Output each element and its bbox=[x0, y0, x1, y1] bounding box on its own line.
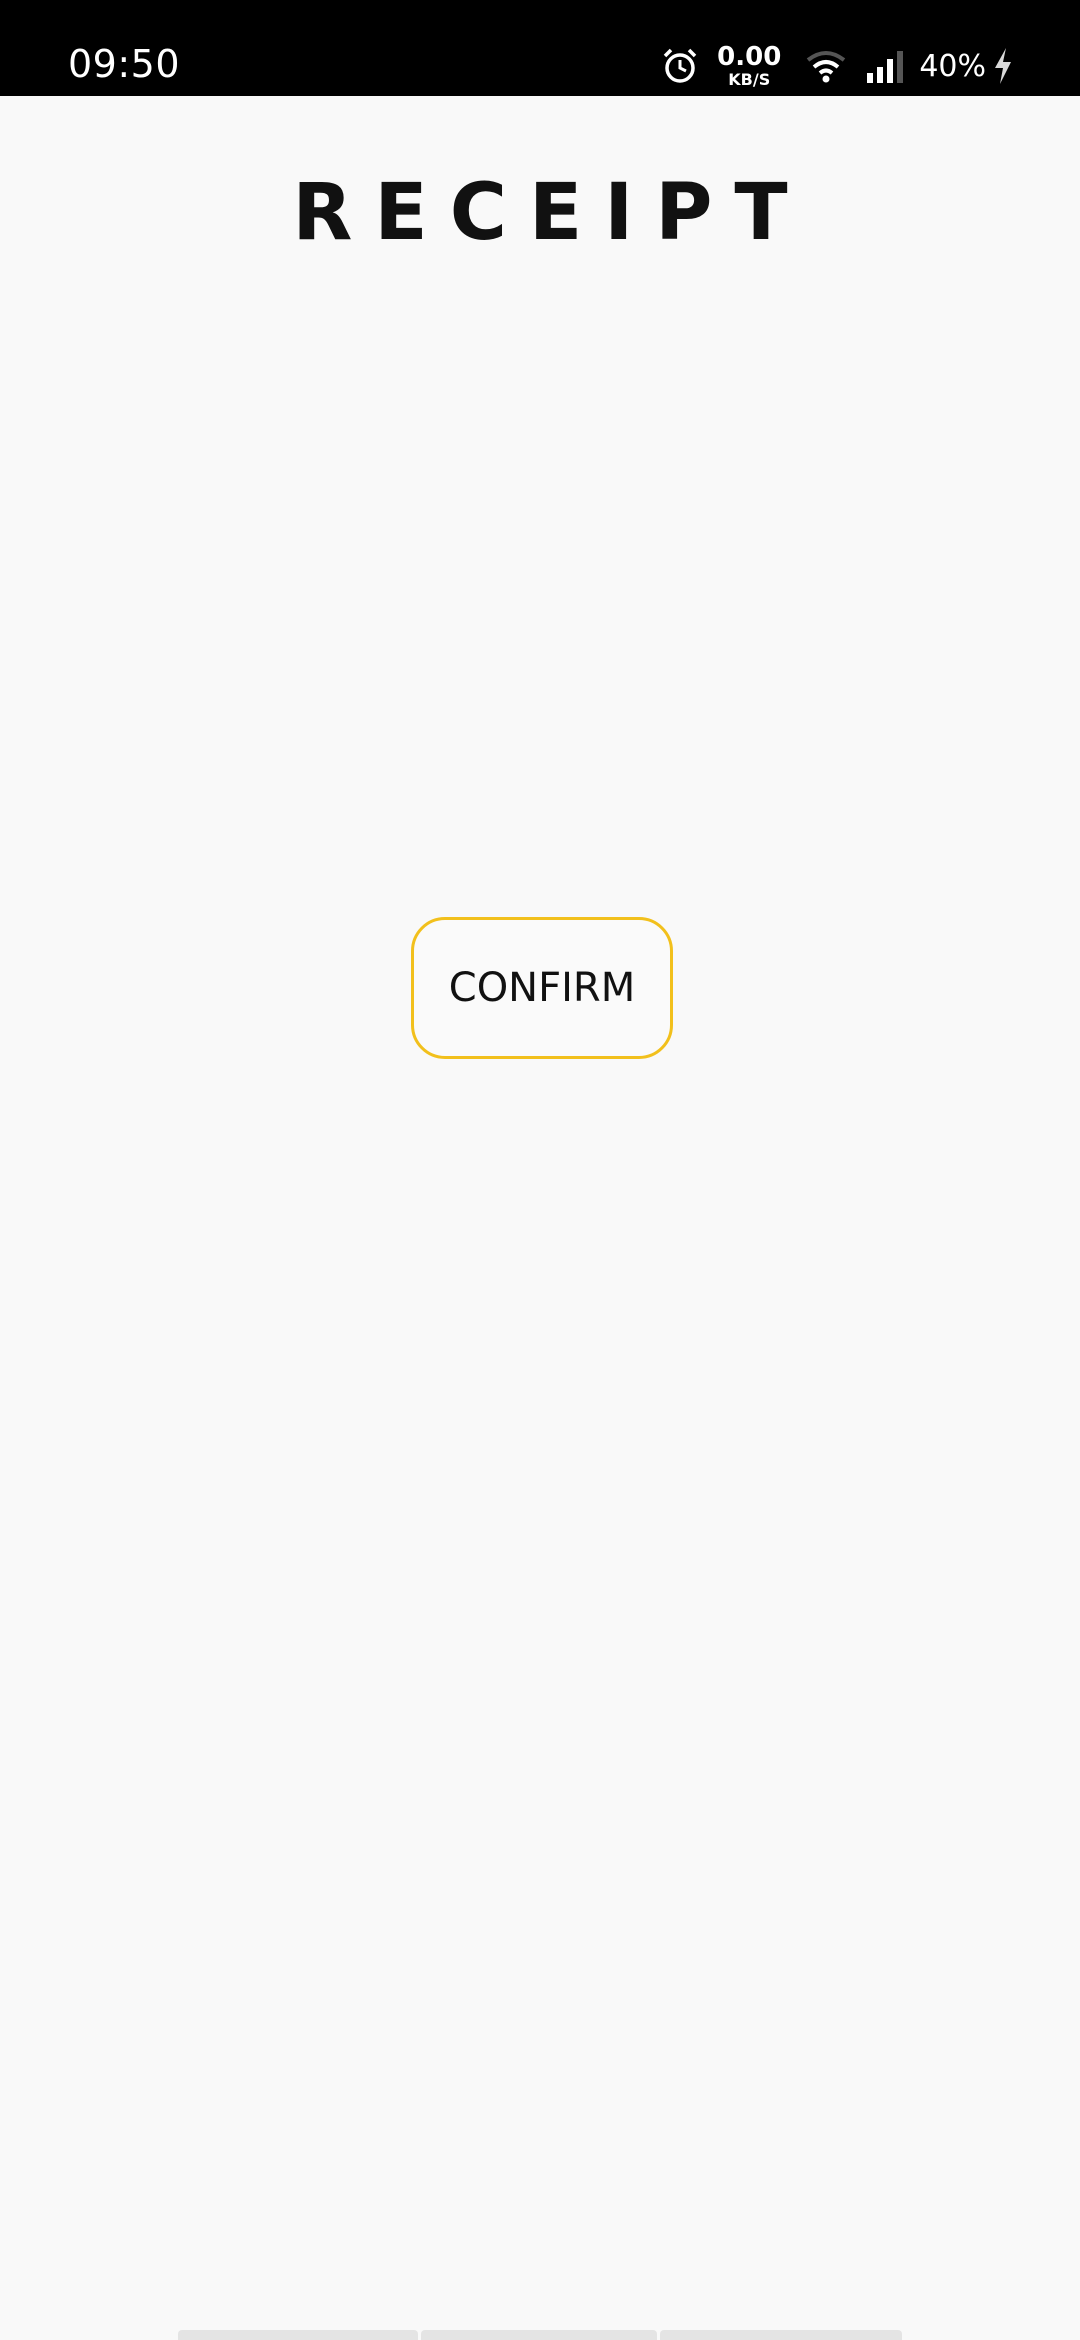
wifi-icon bbox=[807, 51, 846, 83]
status-time: 09:50 bbox=[68, 42, 181, 86]
page-title: RECEIPT bbox=[292, 168, 810, 258]
status-bar: 09:50 0.00 KB/S 40% bbox=[0, 0, 1080, 96]
nav-bar-left-segment bbox=[178, 2330, 418, 2340]
network-speed-value: 0.00 bbox=[717, 42, 782, 72]
network-speed-unit: KB/S bbox=[728, 70, 771, 89]
status-icons: 0.00 KB/S 40% bbox=[661, 44, 1014, 88]
network-speed: 0.00 KB/S bbox=[717, 44, 781, 88]
confirm-button[interactable]: CONFIRM bbox=[411, 917, 673, 1059]
signal-icon bbox=[867, 51, 904, 83]
charging-icon bbox=[995, 48, 1011, 84]
nav-bar-right-segment bbox=[660, 2330, 902, 2340]
alarm-icon bbox=[663, 48, 697, 83]
battery-percentage: 40% bbox=[919, 48, 986, 84]
nav-bar-middle-segment bbox=[421, 2330, 657, 2340]
